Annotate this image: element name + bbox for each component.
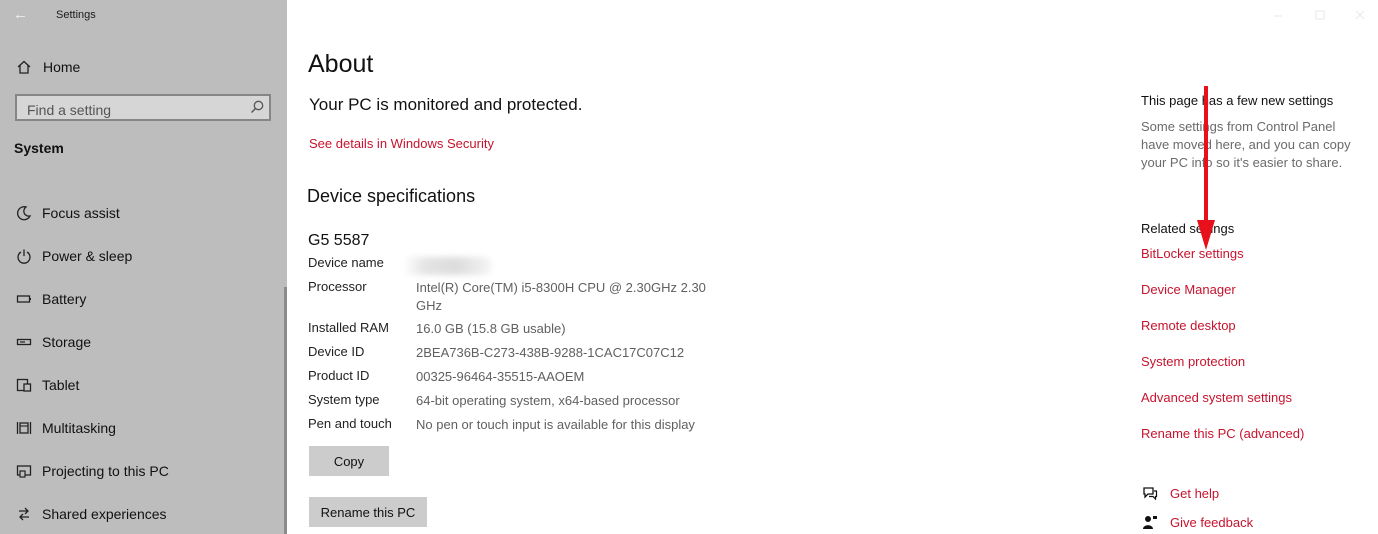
sidebar-item-label: Tablet [42,377,80,393]
moon-icon [14,204,34,222]
search-box[interactable] [15,94,271,121]
app-title: Settings [56,9,96,21]
spec-value: 00325-96464-35515-AAOEM [416,369,585,384]
search-icon[interactable] [249,99,265,115]
sidebar-item-label: Shared experiences [42,506,167,522]
device-manager-link[interactable]: Device Manager [1141,282,1236,297]
spec-value: No pen or touch input is available for t… [416,417,695,432]
sidebar-item-label: Projecting to this PC [42,463,169,479]
red-annotation-arrow-icon [1197,86,1215,250]
sidebar-item-label: Battery [42,291,87,307]
sidebar-item-label: Power & sleep [42,248,133,264]
bitlocker-settings-link[interactable]: BitLocker settings [1141,246,1244,261]
home-icon [14,58,34,76]
spec-value: 2BEA736B-C273-438B-9288-1CAC17C07C12 [416,345,685,360]
tablet-icon [14,376,34,394]
get-help-link[interactable]: Get help [1170,486,1219,501]
system-protection-link[interactable]: System protection [1141,354,1245,369]
sidebar-item-label: Storage [42,334,92,350]
spec-value: Intel(R) Core(TM) i5-8300H CPU @ 2.30GHz… [416,280,706,313]
get-help-row[interactable]: Get help [1141,485,1219,501]
model-name: G5 5587 [308,232,370,249]
feedback-person-icon [1141,514,1159,530]
section-title: System [14,140,64,156]
sidebar-item-shared-experiences[interactable]: Shared experiences [14,503,167,525]
windows-security-link[interactable]: See details in Windows Security [309,136,494,151]
new-settings-body: Some settings from Control Panel have mo… [1141,119,1351,170]
give-feedback-link[interactable]: Give feedback [1170,515,1253,530]
spec-label: Processor [308,279,367,294]
projecting-icon [14,462,34,480]
search-input[interactable] [25,100,249,120]
related-settings-heading: Related settings [1141,221,1235,236]
sidebar-item-label: Multitasking [42,420,116,436]
spec-label: System type [308,392,380,407]
sidebar-item-battery[interactable]: Battery [14,288,86,310]
multitasking-icon [14,419,34,437]
spec-label: Device name [308,255,384,270]
shared-experiences-icon [14,505,34,523]
power-icon [14,247,34,265]
advanced-system-settings-link[interactable]: Advanced system settings [1141,390,1292,405]
sidebar-item-focus-assist[interactable]: Focus assist [14,202,120,224]
maximize-icon [1315,10,1325,20]
sidebar-item-tablet[interactable]: Tablet [14,374,79,396]
sidebar-item-storage[interactable]: Storage [14,331,91,353]
nav-home-label: Home [43,59,81,75]
help-chat-icon [1141,485,1159,501]
sidebar-item-projecting[interactable]: Projecting to this PC [14,460,169,482]
new-settings-heading: This page has a few new settings [1141,93,1334,108]
main-content: About Your PC is monitored and protected… [287,0,1378,534]
rename-pc-button[interactable]: Rename this PC [309,497,427,527]
nav-home[interactable]: Home [14,56,80,78]
spec-value: 64-bit operating system, x64-based proce… [416,393,680,408]
battery-icon [14,290,34,308]
rename-pc-advanced-link[interactable]: Rename this PC (advanced) [1141,426,1304,441]
give-feedback-row[interactable]: Give feedback [1141,514,1253,530]
spec-value: 16.0 GB (15.8 GB usable) [416,321,566,336]
spec-label: Pen and touch [308,416,392,431]
sidebar-item-multitasking[interactable]: Multitasking [14,417,116,439]
copy-button[interactable]: Copy [309,446,389,476]
device-spec-heading: Device specifications [307,186,476,206]
storage-icon [14,333,34,351]
spec-label: Product ID [308,368,370,383]
sidebar-item-label: Focus assist [42,205,120,221]
remote-desktop-link[interactable]: Remote desktop [1141,318,1236,333]
window-controls[interactable] [1270,8,1370,22]
close-icon [1355,10,1365,20]
page-title: About [308,50,374,78]
spec-label: Installed RAM [308,320,389,335]
redacted-device-name [403,257,491,275]
protection-message: Your PC is monitored and protected. [309,95,583,114]
sidebar: ← Settings Home System Focus assist Powe… [0,0,287,534]
spec-label: Device ID [308,344,365,359]
sidebar-item-power-sleep[interactable]: Power & sleep [14,245,132,267]
back-arrow-icon[interactable]: ← [13,6,28,23]
title-bar: ← Settings [0,0,287,32]
